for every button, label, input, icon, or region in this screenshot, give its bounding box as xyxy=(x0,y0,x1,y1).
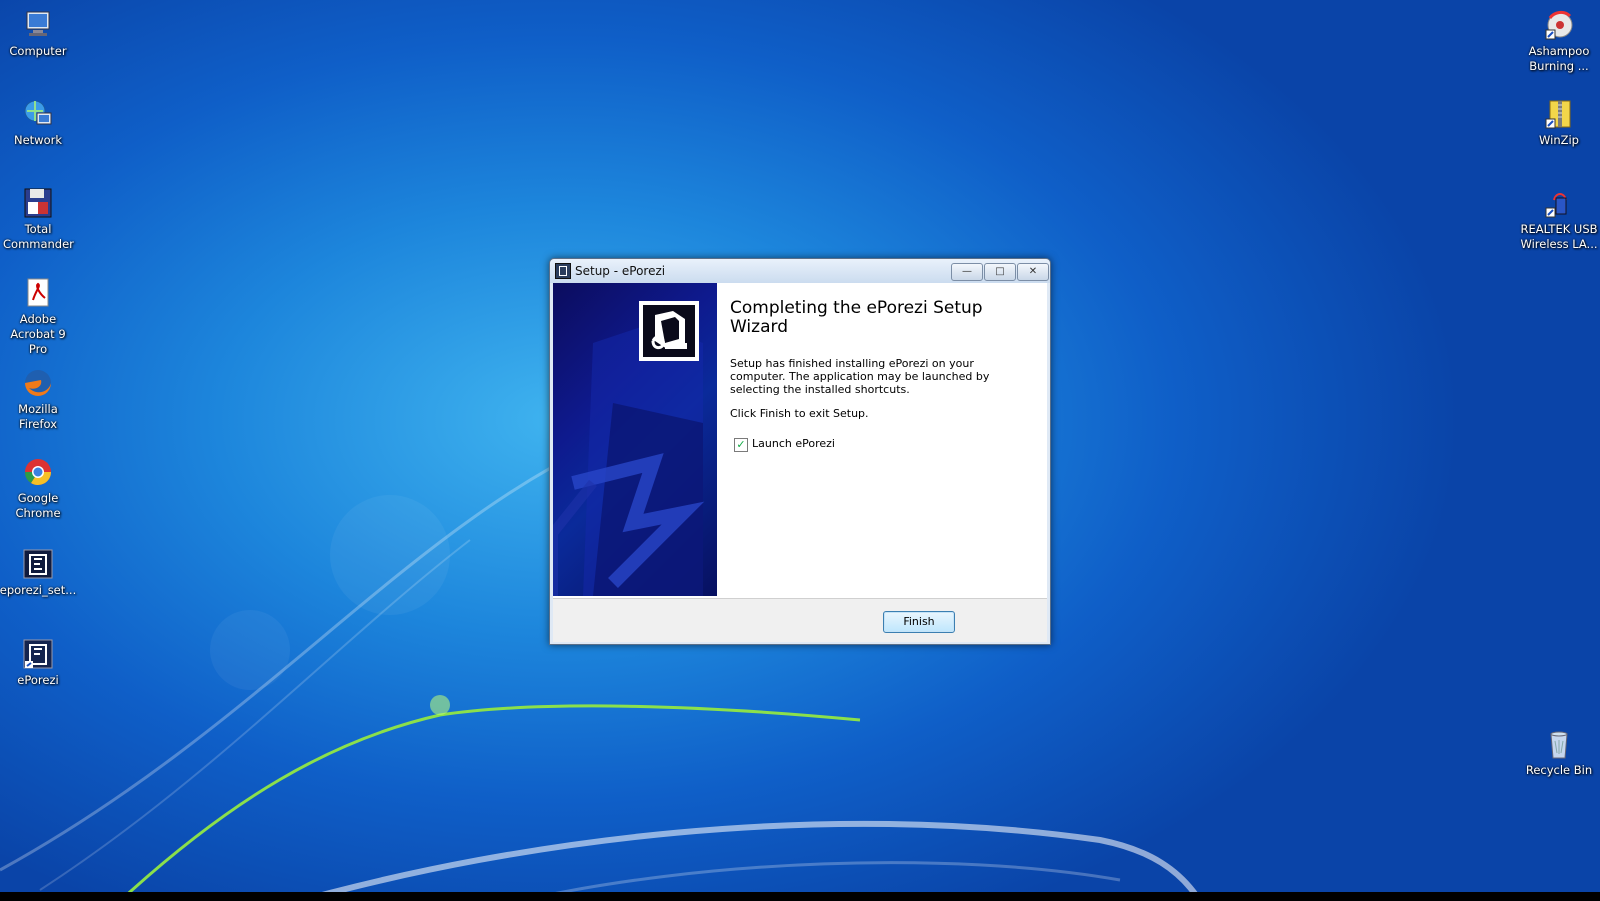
desktop-icon-chrome[interactable]: Google Chrome xyxy=(0,455,78,521)
recycle-bin-icon xyxy=(1550,731,1568,759)
desktop-icon-label: WinZip xyxy=(1539,133,1579,147)
maximize-icon: □ xyxy=(995,266,1005,277)
desktop-icon-firefox[interactable]: Mozilla Firefox xyxy=(0,366,78,432)
desktop: Computer Network Total Commander Adobe A… xyxy=(0,0,1600,901)
installer-icon xyxy=(651,311,687,350)
close-button[interactable]: ✕ xyxy=(1017,263,1049,281)
eporezi-logo xyxy=(639,301,699,361)
dialog-title: Setup - ePorezi xyxy=(575,264,666,278)
chrome-icon xyxy=(24,459,52,486)
launch-checkbox-label[interactable]: Launch ePorezi xyxy=(752,437,835,451)
setup-app-icon xyxy=(555,263,571,279)
desktop-icon-recycle-bin[interactable]: Recycle Bin xyxy=(1519,727,1599,778)
wizard-exit-text: Click Finish to exit Setup. xyxy=(730,407,869,420)
ashampoo-icon xyxy=(1545,10,1573,40)
desktop-icon-computer[interactable]: Computer xyxy=(0,8,78,59)
desktop-icon-label: Recycle Bin xyxy=(1525,763,1593,777)
minimize-icon: — xyxy=(962,266,972,277)
desktop-icon-label: Adobe Acrobat 9 Pro xyxy=(10,312,66,356)
computer-icon xyxy=(26,11,50,36)
dialog-titlebar[interactable]: Setup - ePorezi — □ ✕ xyxy=(550,259,1050,283)
desktop-icon-winzip[interactable]: WinZip xyxy=(1519,97,1599,148)
desktop-icon-label: Ashampoo Burning ... xyxy=(1528,44,1590,73)
taskbar-edge xyxy=(0,892,1600,901)
winzip-icon xyxy=(1545,100,1571,129)
finish-button[interactable]: Finish xyxy=(883,611,955,633)
setup-dialog: Setup - ePorezi — □ ✕ Completing the ePo… xyxy=(549,258,1051,645)
close-icon: ✕ xyxy=(1028,266,1038,277)
desktop-icon-label: REALTEK USB Wireless LA... xyxy=(1520,222,1598,251)
desktop-icon-label: Mozilla Firefox xyxy=(18,402,58,431)
total-commander-icon xyxy=(24,188,52,218)
wizard-body-text: Setup has finished installing ePorezi on… xyxy=(730,357,990,396)
checkbox-checked-icon[interactable]: ✓ xyxy=(734,438,748,452)
desktop-icon-adobe-acrobat[interactable]: Adobe Acrobat 9 Pro xyxy=(0,276,78,357)
desktop-icon-label: eporezi_set... xyxy=(0,583,77,597)
eporezi-icon xyxy=(23,639,53,669)
desktop-icon-ashampoo[interactable]: Ashampoo Burning ... xyxy=(1519,8,1599,74)
wizard-side-banner xyxy=(553,283,717,596)
desktop-icon-label: Network xyxy=(13,133,63,147)
wizard-footer: Finish xyxy=(553,598,1047,642)
eporezi-setup-icon xyxy=(23,549,53,579)
adobe-acrobat-icon xyxy=(27,278,49,307)
firefox-icon xyxy=(25,370,51,396)
desktop-icon-label: Computer xyxy=(9,44,67,58)
desktop-icon-label: Total Commander xyxy=(3,222,74,251)
minimize-button[interactable]: — xyxy=(951,263,983,281)
desktop-icon-total-commander[interactable]: Total Commander xyxy=(0,186,78,252)
desktop-icon-network[interactable]: Network xyxy=(0,97,78,148)
desktop-icon-eporezi[interactable]: ePorezi xyxy=(0,637,78,688)
wizard-content: Completing the ePorezi Setup Wizard Setu… xyxy=(553,283,1047,598)
wizard-heading: Completing the ePorezi Setup Wizard xyxy=(730,298,983,337)
maximize-button[interactable]: □ xyxy=(984,263,1016,281)
desktop-icon-realtek[interactable]: REALTEK USB Wireless LA... xyxy=(1519,186,1599,252)
desktop-icon-label: ePorezi xyxy=(17,673,59,687)
network-icon xyxy=(24,100,52,125)
realtek-icon xyxy=(1545,193,1567,218)
desktop-icon-label: Google Chrome xyxy=(15,491,61,520)
desktop-icon-eporezi-setup[interactable]: eporezi_set... xyxy=(0,547,78,598)
